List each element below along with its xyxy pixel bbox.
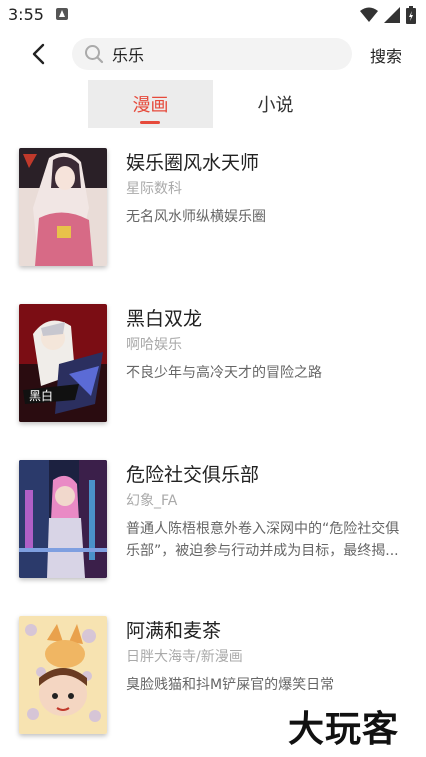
- search-box[interactable]: [72, 38, 352, 70]
- tab-label: 漫画: [132, 95, 169, 116]
- wifi-icon: [360, 7, 378, 22]
- list-item[interactable]: 娱乐圈风水天师 星际数科 无名风水师纵横娱乐圈: [0, 140, 426, 280]
- signal-icon: [384, 7, 400, 23]
- battery-icon: [406, 6, 416, 24]
- cover-image: [19, 616, 107, 734]
- item-author: 啊哈娱乐: [126, 337, 182, 353]
- tab-comics[interactable]: 漫画: [88, 80, 213, 128]
- svg-text:黑白: 黑白: [29, 388, 53, 403]
- search-header: 搜索: [0, 32, 426, 76]
- cover-image: 黑白: [19, 304, 107, 422]
- cover-image: [19, 148, 107, 266]
- tab-label: 小说: [257, 95, 294, 116]
- list-item[interactable]: 危险社交俱乐部 幻象_FA 普通人陈梧根意外卷入深网中的“危险社交俱乐部”，被迫…: [0, 452, 426, 592]
- item-author: 幻象_FA: [126, 493, 178, 509]
- tab-novels[interactable]: 小说: [213, 80, 338, 128]
- search-icon: [85, 45, 104, 64]
- status-icons: [360, 6, 416, 24]
- search-button[interactable]: 搜索: [370, 43, 402, 67]
- tab-active-indicator: [140, 121, 160, 124]
- watermark: 大玩客: [288, 709, 400, 750]
- item-title: 黑白双龙: [126, 308, 203, 330]
- cover-image: [19, 460, 107, 578]
- item-description: 无名风水师纵横娱乐圈: [126, 209, 266, 225]
- notification-icon: [56, 8, 68, 20]
- item-title: 娱乐圈风水天师: [126, 152, 260, 174]
- item-description: 普通人陈梧根意外卷入深网中的“危险社交俱乐部”，被迫参与行动并成为目标，最终揭.…: [126, 521, 400, 559]
- status-bar: 3:55: [0, 0, 426, 30]
- item-title: 阿满和麦茶: [126, 620, 222, 642]
- search-input[interactable]: [112, 44, 332, 64]
- item-author: 星际数科: [126, 181, 182, 197]
- item-title: 危险社交俱乐部: [126, 464, 260, 486]
- back-button[interactable]: [24, 40, 52, 68]
- item-description: 臭脸贱猫和抖M铲屎官的爆笑日常: [126, 677, 335, 693]
- chevron-left-icon: [32, 43, 45, 65]
- category-tabs: 漫画 小说: [88, 80, 338, 128]
- item-author: 日胖大海寺/新漫画: [126, 649, 243, 665]
- list-item[interactable]: 黑白 黑白双龙 啊哈娱乐 不良少年与高冷天才的冒险之路: [0, 296, 426, 436]
- status-time: 3:55: [8, 5, 44, 24]
- item-description: 不良少年与高冷天才的冒险之路: [126, 365, 322, 381]
